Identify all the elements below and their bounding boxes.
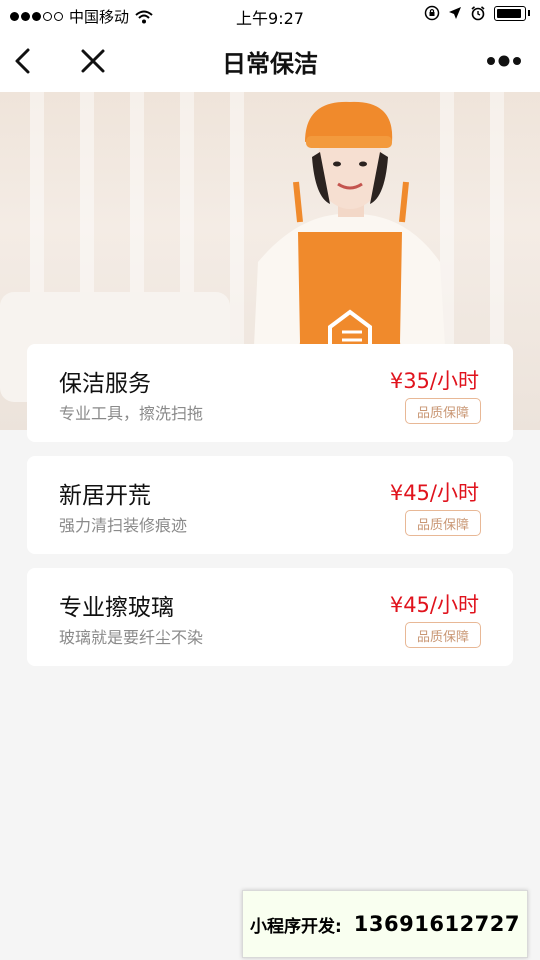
service-description: 强力清扫装修痕迹 <box>59 516 188 535</box>
service-price: ¥45/小时 <box>389 593 479 617</box>
developer-phone: 13691612727 <box>353 912 521 936</box>
more-dots-icon <box>487 55 521 67</box>
quality-badge: 品质保障 <box>405 622 481 648</box>
quality-badge: 品质保障 <box>405 398 481 424</box>
developer-contact-banner[interactable]: 小程序开发: 13691612727 <box>242 890 528 958</box>
service-card-cleaning[interactable]: 保洁服务 专业工具，擦洗扫拖 ¥35/小时 品质保障 <box>27 344 513 442</box>
service-title: 专业擦玻璃 <box>59 595 174 621</box>
service-title: 新居开荒 <box>59 483 151 509</box>
service-price: ¥45/小时 <box>389 481 479 505</box>
developer-label: 小程序开发: <box>249 916 342 937</box>
service-card-new-home[interactable]: 新居开荒 强力清扫装修痕迹 ¥45/小时 品质保障 <box>27 456 513 554</box>
quality-badge: 品质保障 <box>405 510 481 536</box>
service-description: 专业工具，擦洗扫拖 <box>59 404 204 423</box>
status-bar: 中国移动 上午9:27 <box>0 0 540 30</box>
battery-tip <box>528 10 530 16</box>
service-title: 保洁服务 <box>59 371 151 397</box>
battery-icon <box>494 5 526 21</box>
alarm-icon <box>471 6 485 21</box>
more-button[interactable] <box>484 44 524 78</box>
service-price: ¥35/小时 <box>389 369 479 393</box>
page-title: 日常保洁 <box>222 50 318 78</box>
status-right <box>424 5 530 21</box>
rotation-lock-icon <box>424 5 440 21</box>
navigation-bar: 日常保洁 <box>0 30 540 92</box>
location-icon <box>449 7 461 19</box>
service-card-window-cleaning[interactable]: 专业擦玻璃 玻璃就是要纤尘不染 ¥45/小时 品质保障 <box>27 568 513 666</box>
service-description: 玻璃就是要纤尘不染 <box>59 628 204 647</box>
